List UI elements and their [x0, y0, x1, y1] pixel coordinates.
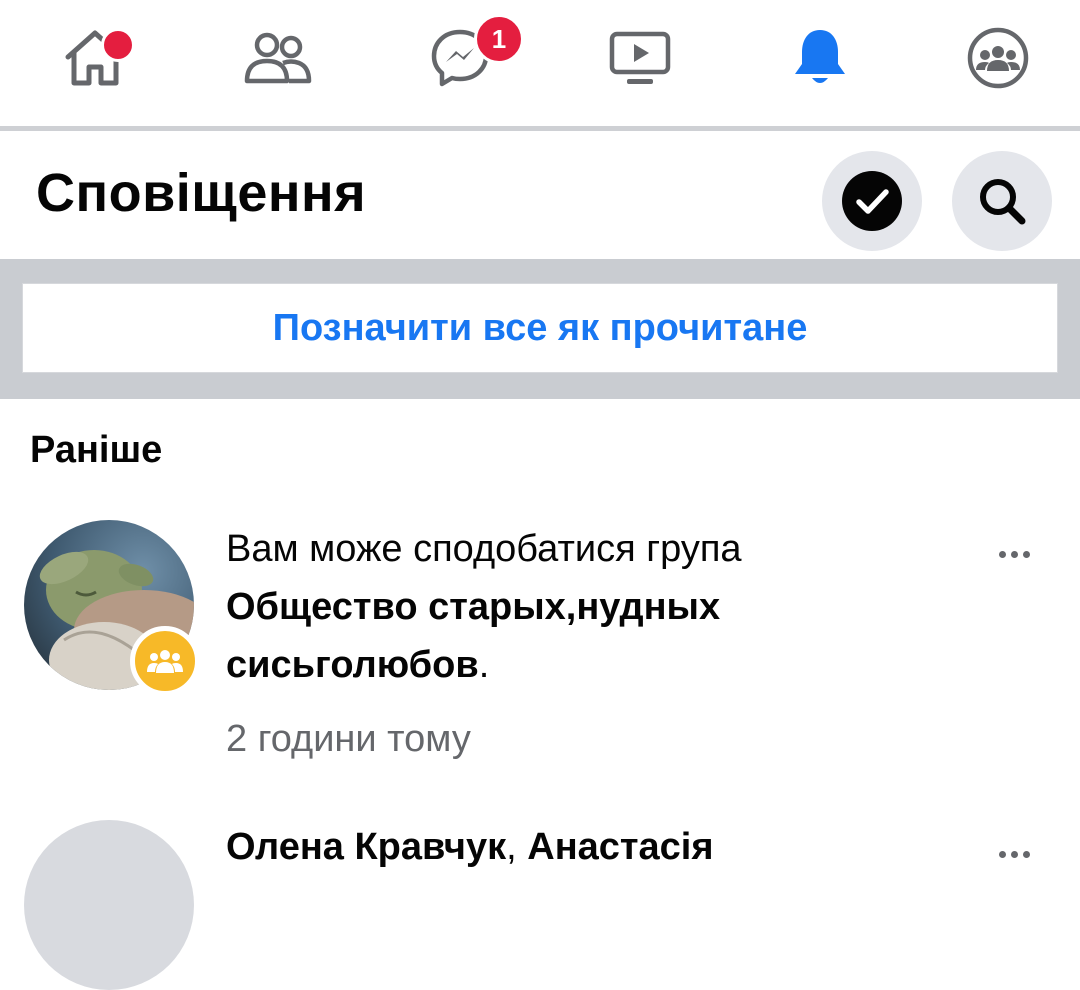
section-title-earlier: Раніше — [30, 429, 163, 471]
notification-suffix: . — [478, 644, 490, 686]
notification-text: Вам може сподобатися група Общество стар… — [226, 520, 926, 694]
person-name: Олена Кравчук — [226, 826, 507, 868]
mark-all-band: Позначити все як прочитане — [0, 259, 1080, 399]
nav-friends[interactable] — [228, 18, 328, 98]
groups-icon — [967, 27, 1029, 89]
check-circle-icon — [842, 171, 902, 231]
bell-icon — [795, 30, 845, 83]
search-icon — [980, 179, 1026, 225]
dot — [1022, 550, 1030, 558]
notification-separator: , — [506, 826, 528, 868]
home-notification-dot — [101, 28, 135, 62]
more-options-button[interactable] — [986, 834, 1042, 874]
nav-notifications[interactable] — [770, 18, 870, 98]
page-header: Сповіщення — [0, 131, 1080, 259]
nav-watch[interactable] — [590, 18, 690, 98]
dot — [1010, 550, 1018, 558]
notification-text: Олена Кравчук, Анастасія — [226, 818, 926, 876]
top-navigation: 1 — [0, 0, 1080, 126]
video-icon — [609, 31, 671, 84]
notification-prefix: Вам може сподобатися група — [226, 528, 742, 570]
avatar — [24, 820, 194, 990]
page-title: Сповіщення — [36, 163, 367, 223]
notification-time: 2 години тому — [226, 718, 471, 760]
notification-item[interactable]: Олена Кравчук, Анастасія — [0, 812, 1080, 990]
group-badge — [130, 626, 200, 696]
search-button[interactable] — [952, 151, 1052, 251]
mark-read-button[interactable] — [822, 151, 922, 251]
dot — [1022, 850, 1030, 858]
dot — [998, 850, 1006, 858]
more-options-button[interactable] — [986, 534, 1042, 574]
group-name: Общество старых,нудных сисьголюбов — [226, 586, 721, 686]
nav-groups[interactable] — [948, 18, 1048, 98]
notification-item[interactable]: Вам може сподобатися група Общество стар… — [0, 510, 1080, 790]
person-name: Анастасія — [527, 826, 714, 868]
dot — [998, 550, 1006, 558]
friends-icon — [244, 32, 312, 84]
mark-all-read-button[interactable]: Позначити все як прочитане — [22, 283, 1058, 373]
messenger-badge: 1 — [474, 14, 524, 64]
nav-home[interactable] — [45, 18, 145, 98]
nav-messenger[interactable]: 1 — [410, 14, 524, 98]
groups-icon — [147, 650, 183, 673]
dot — [1010, 850, 1018, 858]
